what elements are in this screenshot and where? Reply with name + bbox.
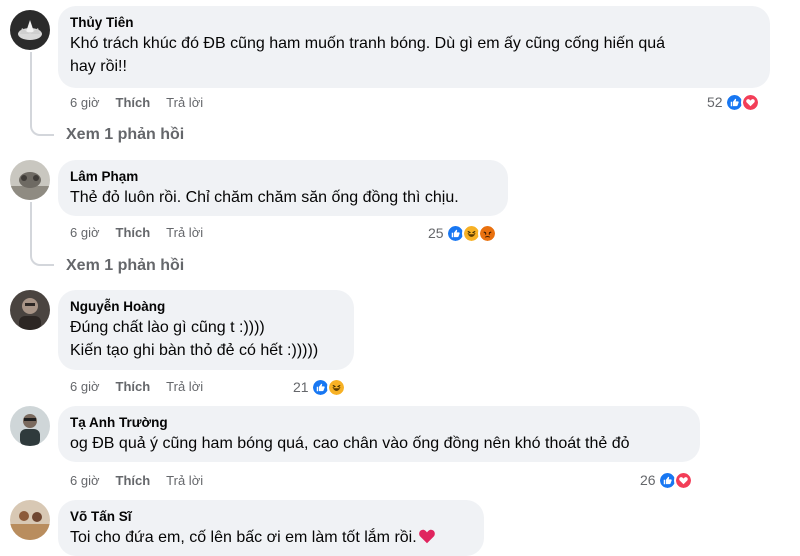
- comment-text: Thẻ đỏ luôn rồi. Chỉ chăm chăm săn ống đ…: [70, 189, 459, 206]
- reaction-summary[interactable]: 52: [707, 91, 760, 113]
- comment-timestamp[interactable]: 6 giờ: [70, 379, 100, 395]
- comment-bubble: Nguyễn Hoàng Đúng chất lào gì cũng t :))…: [58, 290, 354, 370]
- comment-actions: 6 giờ Thích Trả lời: [70, 225, 203, 241]
- thread-line: [30, 52, 32, 126]
- reaction-count: 52: [707, 94, 723, 110]
- comment-text: Đúng chất lào gì cũng t :)))): [70, 319, 265, 336]
- comment-text: Khó trách khúc đó ĐB cũng ham muốn tranh…: [70, 35, 666, 52]
- reaction-summary[interactable]: 21: [293, 376, 346, 398]
- comment-text-content: Toi cho đứa em, cố lên bấc ơi em làm tốt…: [70, 529, 417, 546]
- reply-button[interactable]: Trả lời: [166, 473, 203, 489]
- like-button[interactable]: Thích: [116, 225, 151, 241]
- reaction-count: 25: [428, 225, 444, 241]
- reaction-count: 21: [293, 379, 309, 395]
- comment-bubble: Tạ Anh Trường og ĐB quả ý cũng ham bóng …: [58, 406, 700, 462]
- comment-actions: 6 giờ Thích Trả lời: [70, 473, 203, 489]
- comment-author[interactable]: Nguyễn Hoàng: [70, 298, 342, 316]
- love-reaction-icon: [740, 92, 760, 112]
- comment-actions: 6 giờ Thích Trả lời: [70, 95, 203, 111]
- comment-text: og ĐB quả ý cũng ham bóng quá, cao chân …: [70, 435, 630, 452]
- comment-text: hay rồi!!: [70, 58, 127, 75]
- reaction-count: 26: [640, 472, 656, 488]
- comment-author[interactable]: Thủy Tiên: [70, 14, 758, 32]
- comment-text: Toi cho đứa em, cố lên bấc ơi em làm tốt…: [70, 526, 472, 549]
- comment-bubble: Lâm Phạm Thẻ đỏ luôn rồi. Chỉ chăm chăm …: [58, 160, 508, 216]
- like-button[interactable]: Thích: [116, 95, 151, 111]
- avatar[interactable]: [10, 160, 50, 200]
- view-replies-link[interactable]: Xem 1 phản hồi: [66, 125, 184, 145]
- like-button[interactable]: Thích: [116, 473, 151, 489]
- comment-author[interactable]: Võ Tấn Sĩ: [70, 508, 472, 526]
- thread-line: [30, 202, 32, 256]
- reply-button[interactable]: Trả lời: [166, 225, 203, 241]
- avatar[interactable]: [10, 406, 50, 446]
- comment-timestamp[interactable]: 6 giờ: [70, 95, 100, 111]
- comment-author[interactable]: Tạ Anh Trường: [70, 414, 688, 432]
- heart-emoji-icon: [418, 529, 435, 544]
- like-button[interactable]: Thích: [116, 379, 151, 395]
- avatar[interactable]: [10, 10, 50, 50]
- avatar[interactable]: [10, 500, 50, 540]
- comment-text: Kiến tạo ghi bàn thỏ đẻ có hết :))))): [70, 342, 319, 359]
- reaction-summary[interactable]: 26: [640, 469, 693, 491]
- comment-bubble: Võ Tấn Sĩ Toi cho đứa em, cố lên bấc ơi …: [58, 500, 484, 556]
- thread-elbow: [30, 254, 54, 266]
- comment-actions: 6 giờ Thích Trả lời: [70, 379, 203, 395]
- haha-reaction-icon: [326, 377, 346, 397]
- reply-button[interactable]: Trả lời: [166, 379, 203, 395]
- love-reaction-icon: [673, 470, 693, 490]
- comment-bubble: Thủy Tiên Khó trách khúc đó ĐB cũng ham …: [58, 6, 770, 88]
- reaction-summary[interactable]: 25: [428, 222, 497, 244]
- avatar[interactable]: [10, 290, 50, 330]
- angry-reaction-icon: [477, 223, 497, 243]
- comment-timestamp[interactable]: 6 giờ: [70, 473, 100, 489]
- reply-button[interactable]: Trả lời: [166, 95, 203, 111]
- comment-author[interactable]: Lâm Phạm: [70, 168, 496, 186]
- comment-timestamp[interactable]: 6 giờ: [70, 225, 100, 241]
- view-replies-link[interactable]: Xem 1 phản hồi: [66, 256, 184, 276]
- thread-elbow: [30, 124, 54, 136]
